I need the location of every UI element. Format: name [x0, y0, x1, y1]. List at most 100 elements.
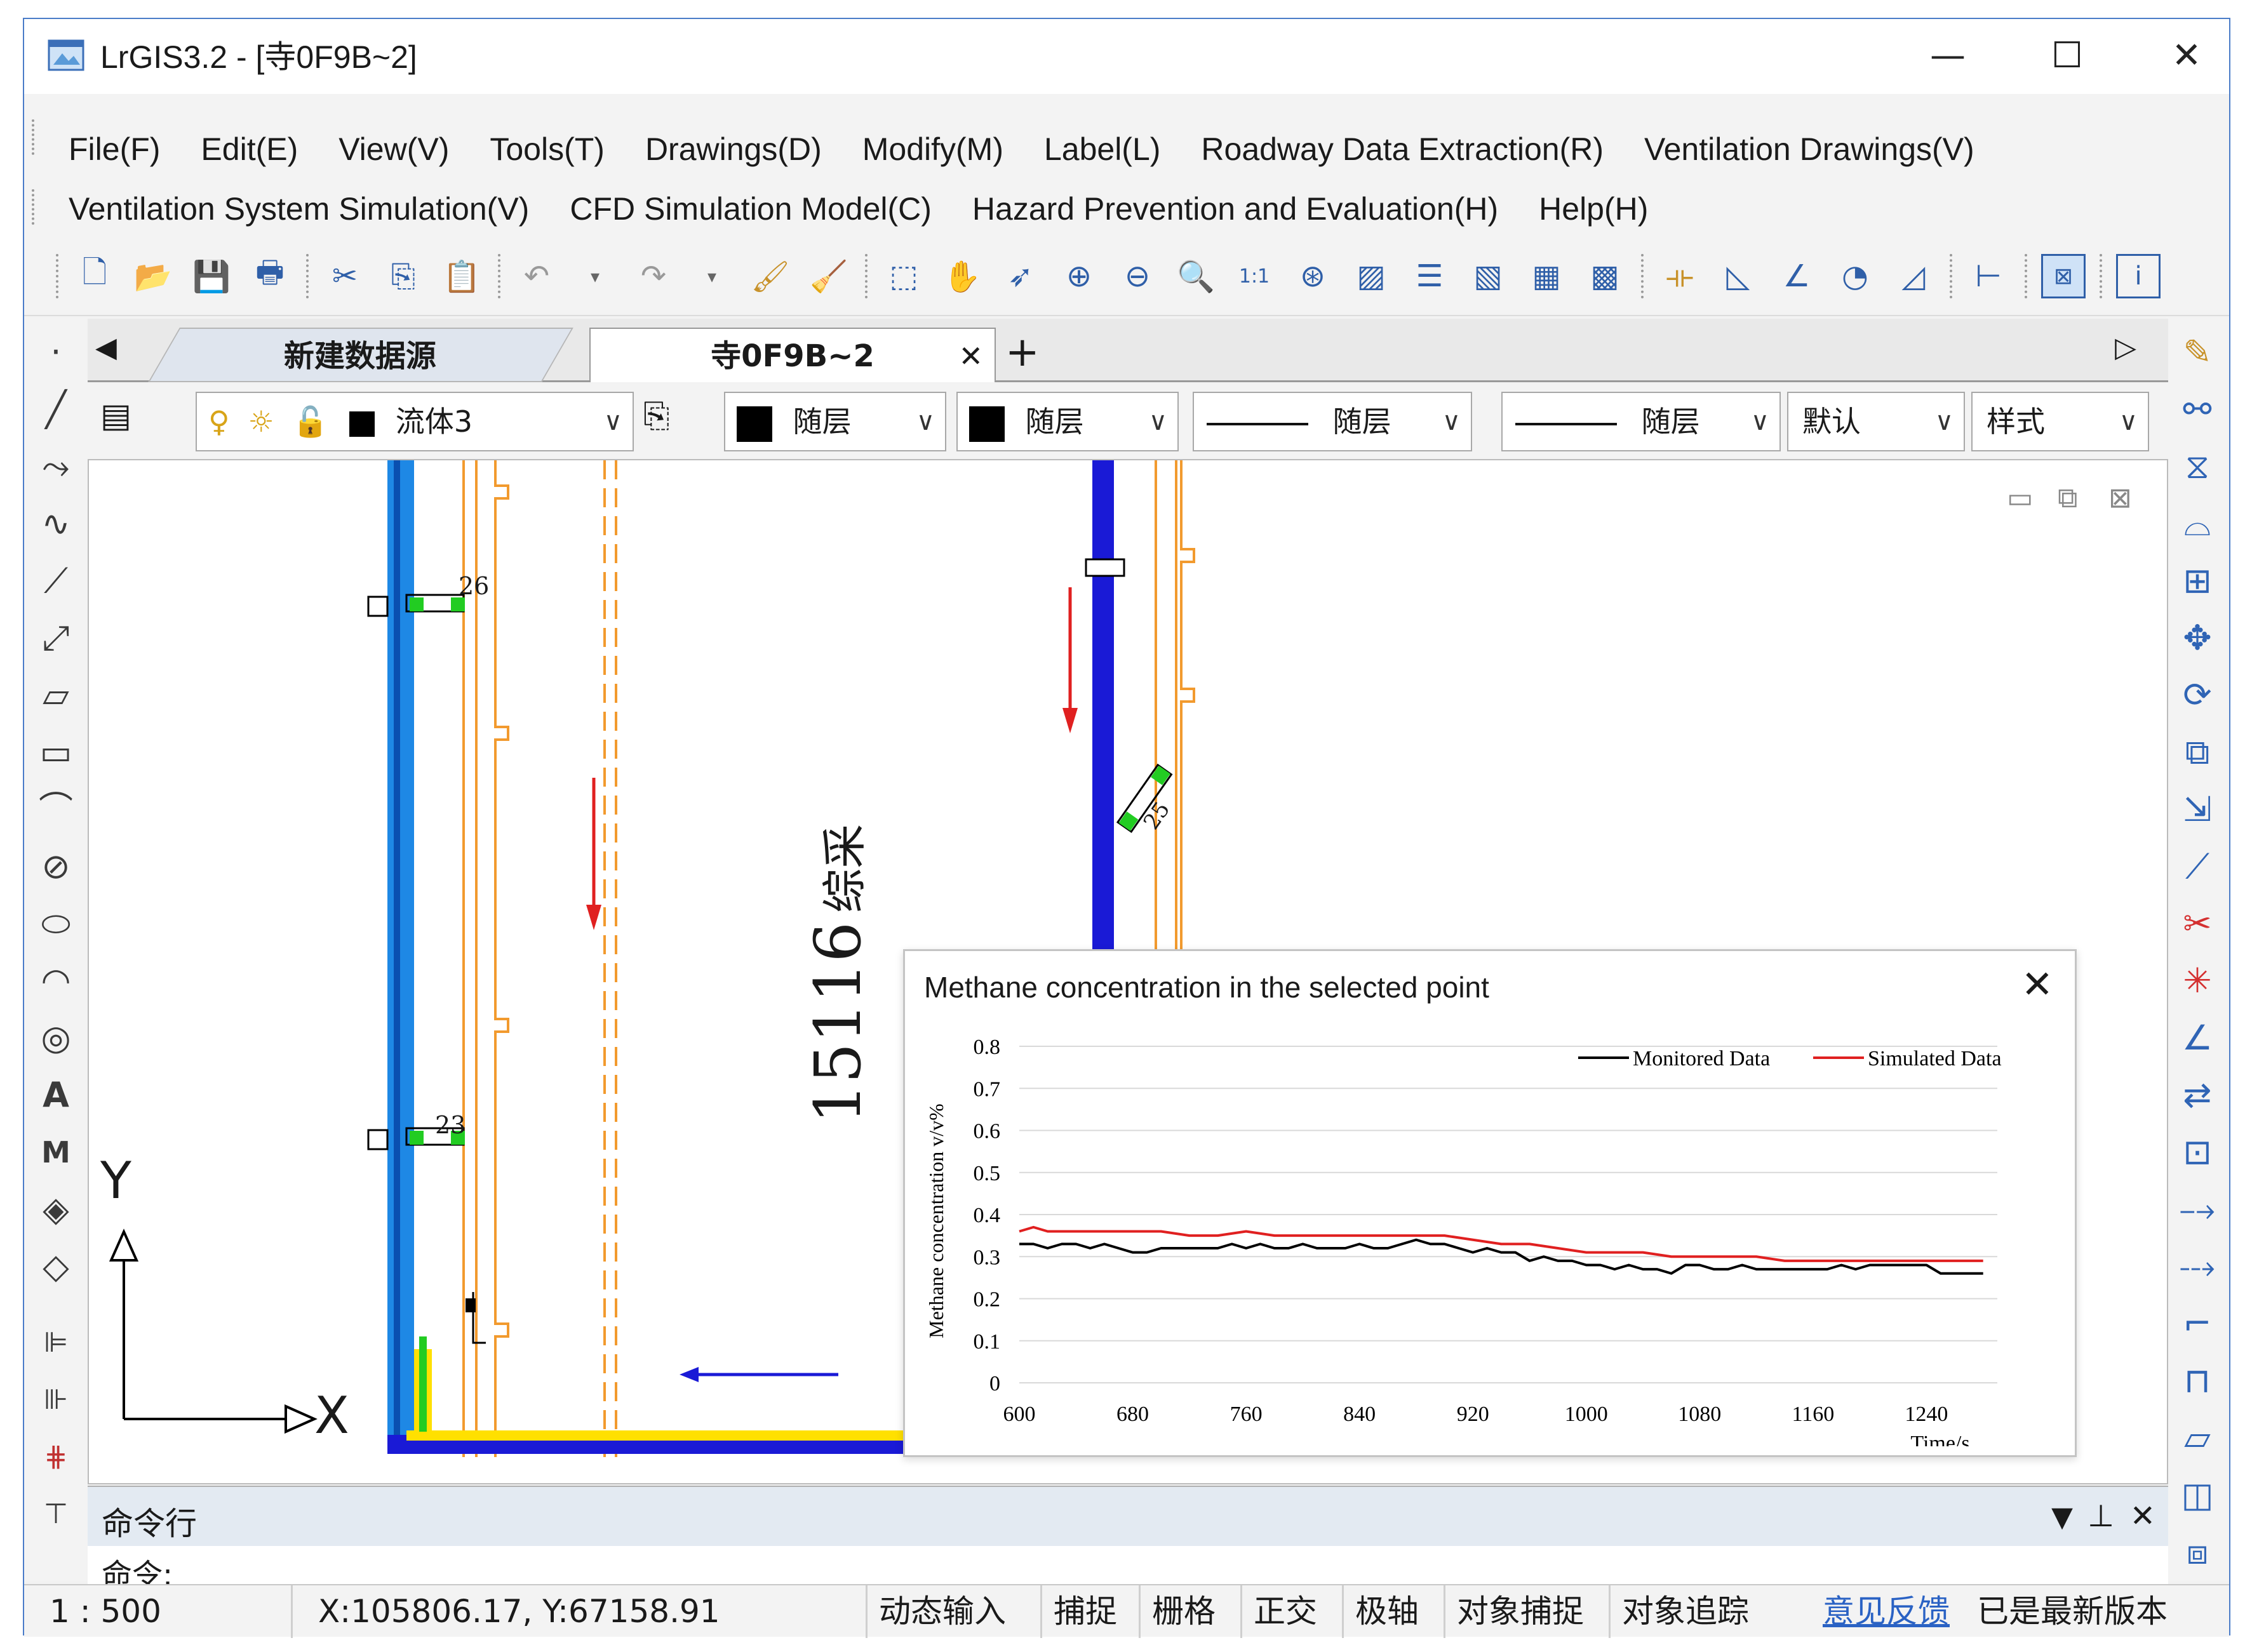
layer-unlock-icon[interactable]: 🔓 [292, 404, 328, 439]
bracket-icon[interactable]: ⊓ [2175, 1359, 2220, 1403]
measure-distance-icon[interactable]: ⟛ [1658, 254, 1702, 298]
break-icon[interactable]: ∠ [2175, 1016, 2220, 1060]
join-icon[interactable]: ⇄ [2175, 1073, 2220, 1117]
zoom-in-icon[interactable]: ⊕ [1057, 254, 1101, 298]
copy-object-icon[interactable]: ⚯ [2175, 387, 2220, 432]
trim-icon[interactable]: ✂ [2175, 902, 2220, 946]
layer-dropdown[interactable]: ♀ ☼ 🔓 流体3 ∨ [196, 392, 634, 451]
paste-icon[interactable]: 📋 [439, 254, 484, 298]
style-dropdown[interactable]: 样式 ∨ [1971, 392, 2149, 451]
pan-hand-icon[interactable]: ✋ [940, 254, 984, 298]
tab-drawing-active[interactable]: 寺0F9B~2 ✕ [589, 328, 996, 382]
extend-icon[interactable]: ✳ [2175, 959, 2220, 1003]
scale-icon[interactable]: ⧉ [2175, 730, 2220, 775]
align-top-icon[interactable]: ⊤ [34, 1492, 78, 1536]
new-tab-button[interactable]: + [1005, 325, 1040, 380]
menu-ventilation-system-simulation[interactable]: Ventilation System Simulation(V) [69, 187, 529, 231]
round-corner-icon[interactable]: ◫ [2175, 1473, 2220, 1517]
feedback-link[interactable]: 意见反馈 [1823, 1585, 1950, 1638]
array-icon[interactable]: ⊞ [2175, 559, 2220, 603]
menu-tools[interactable]: Tools(T) [490, 127, 605, 171]
zoom-object-icon[interactable]: 🔍 [1174, 254, 1218, 298]
toggle-dynamic-input[interactable]: 动态输入 [866, 1585, 1006, 1638]
color-dropdown[interactable]: 随层 ∨ [724, 392, 946, 451]
scale-readout[interactable]: 1 : 500 [50, 1585, 161, 1638]
hatch-icon[interactable]: ◈ [34, 1187, 78, 1232]
shape-icon[interactable]: ▱ [2175, 1416, 2220, 1460]
default-dropdown[interactable]: 默认 ∨ [1787, 392, 1965, 451]
new-file-icon[interactable]: 🗋 [72, 254, 117, 298]
toggle-grid[interactable]: 栅格 [1139, 1585, 1216, 1638]
circle-icon[interactable]: ⊘ [34, 844, 78, 889]
text-icon[interactable]: A [34, 1073, 78, 1117]
plot-color-dropdown[interactable]: 随层 ∨ [956, 392, 1179, 451]
erase-icon[interactable]: ✎ [2175, 330, 2220, 375]
tab-new-datasource[interactable]: 新建数据源 [148, 328, 573, 382]
move-icon[interactable]: ✥ [2175, 616, 2220, 660]
layer-manager-icon[interactable]: ▨ [1349, 254, 1393, 298]
menu-roadway-data-extraction[interactable]: Roadway Data Extraction(R) [1201, 127, 1604, 171]
3d-view-icon[interactable]: ⧈ [2175, 1530, 2220, 1575]
menu-help[interactable]: Help(H) [1539, 187, 1648, 231]
polyline-icon[interactable]: ⤳ [34, 444, 78, 489]
tab-next-button[interactable]: ▷ [2115, 331, 2136, 364]
line-icon[interactable]: ╱ [34, 387, 78, 432]
menu-ventilation-drawings[interactable]: Ventilation Drawings(V) [1644, 127, 1974, 171]
arc-icon[interactable]: ⌒ [34, 787, 78, 832]
close-view-icon[interactable]: ⊠ [2041, 254, 2086, 298]
undo-icon[interactable]: ↶ [514, 254, 559, 298]
polygon-icon[interactable]: ▱ [34, 673, 78, 717]
undo-dropdown-icon[interactable]: ▾ [573, 254, 617, 298]
stretch-icon[interactable]: ⇲ [2175, 787, 2220, 832]
zoom-previous-icon[interactable]: ⊛ [1290, 254, 1335, 298]
ray-icon[interactable]: ⟋ [34, 559, 78, 603]
lineweight-dropdown[interactable]: 随层 ∨ [1501, 392, 1781, 451]
zoom-out-icon[interactable]: ⊖ [1115, 254, 1160, 298]
block-icon[interactable]: ◇ [34, 1244, 78, 1289]
measure-arc-icon[interactable]: ◿ [1891, 254, 1936, 298]
spline-icon[interactable]: ∿ [34, 502, 78, 546]
toggle-ortho[interactable]: 正交 [1240, 1585, 1317, 1638]
rotate-icon[interactable]: ⟳ [2175, 673, 2220, 717]
panel-close-icon[interactable]: ✕ [2130, 1498, 2155, 1534]
minimize-button[interactable]: — [1919, 30, 1976, 81]
redo-dropdown-icon[interactable]: ▾ [690, 254, 734, 298]
cut-icon[interactable]: ✂ [323, 254, 367, 298]
data-grid-icon[interactable]: ▩ [1583, 254, 1627, 298]
menu-edit[interactable]: Edit(E) [201, 127, 298, 171]
dimension-linear-icon[interactable]: ⊢ [1966, 254, 2011, 298]
layer-previous-icon[interactable]: ⎘ [643, 397, 670, 436]
menu-view[interactable]: View(V) [338, 127, 449, 171]
tab-prev-button[interactable]: ◀ [95, 331, 117, 364]
data-table-icon[interactable]: ▦ [1524, 254, 1569, 298]
donut-icon[interactable]: ◎ [34, 1016, 78, 1060]
open-folder-icon[interactable]: 📂 [131, 254, 175, 298]
tab-close-icon[interactable]: ✕ [958, 329, 983, 383]
linetype-dropdown[interactable]: 随层 ∨ [1193, 392, 1472, 451]
lengthen-icon[interactable]: ⟋ [2175, 844, 2220, 889]
zoom-1to1-icon[interactable]: 1:1 [1232, 254, 1277, 298]
layer-visible-icon[interactable]: ♀ [208, 404, 230, 439]
measure-area-icon[interactable]: ◺ [1716, 254, 1760, 298]
menu-modify[interactable]: Modify(M) [862, 127, 1003, 171]
corner-icon[interactable]: ⌐ [2175, 1302, 2220, 1346]
close-window-button[interactable]: ✕ [2158, 30, 2215, 81]
distribute-icon[interactable]: ⋕ [34, 1435, 78, 1479]
toggle-snap[interactable]: 捕捉 [1040, 1585, 1117, 1638]
popup-close-button[interactable]: ✕ [2021, 963, 2053, 1007]
menu-file[interactable]: File(F) [69, 127, 160, 171]
print-icon[interactable]: 🖶 [248, 254, 292, 298]
mtext-icon[interactable]: M [34, 1130, 78, 1175]
mirror-icon[interactable]: ⧖ [2175, 444, 2220, 489]
toggle-object-snap[interactable]: 对象捕捉 [1444, 1585, 1584, 1638]
match-properties-icon[interactable]: 🖌 [748, 254, 793, 298]
menu-drawings[interactable]: Drawings(D) [645, 127, 822, 171]
copy-icon[interactable]: ⎘ [381, 254, 426, 298]
menu-cfd-simulation-model[interactable]: CFD Simulation Model(C) [570, 187, 932, 231]
layer-states-icon[interactable]: ☰ [1407, 254, 1452, 298]
ellipse-arc-icon[interactable]: ◠ [34, 959, 78, 1003]
save-icon[interactable]: 💾 [189, 254, 234, 298]
info-icon[interactable]: i [2116, 254, 2161, 298]
toggle-polar[interactable]: 极轴 [1342, 1585, 1419, 1638]
layer-freeze-sun-icon[interactable]: ☼ [248, 404, 274, 439]
